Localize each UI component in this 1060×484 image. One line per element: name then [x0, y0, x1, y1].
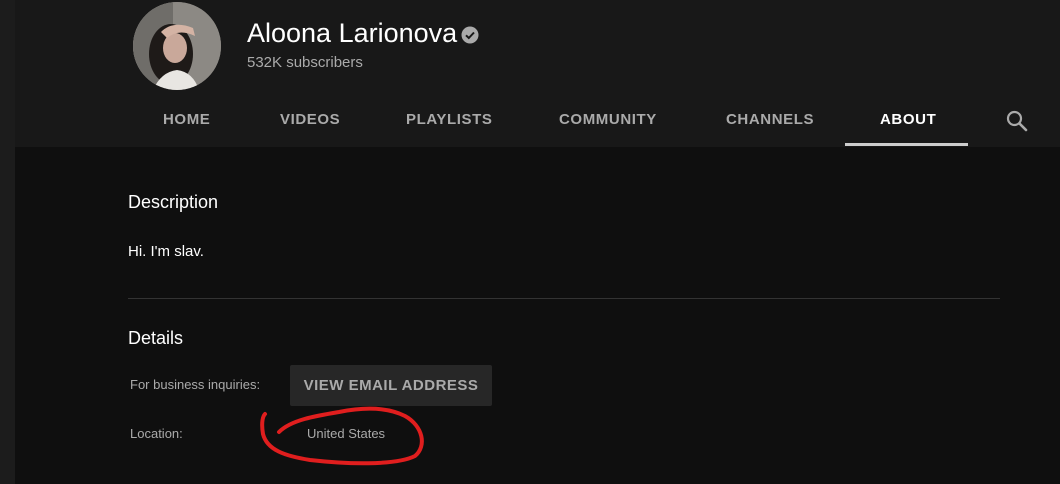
channel-name: Aloona Larionova	[247, 18, 458, 48]
business-inquiries-label: For business inquiries:	[130, 377, 261, 392]
tab-about[interactable]: ABOUT	[880, 111, 936, 128]
tab-channels[interactable]: CHANNELS	[726, 111, 814, 128]
left-edge-strip	[0, 0, 15, 484]
channel-avatar[interactable]	[133, 2, 221, 90]
tab-playlists[interactable]: PLAYLISTS	[406, 111, 493, 128]
red-circle-annotation	[260, 406, 424, 466]
search-icon[interactable]	[1004, 108, 1030, 134]
subscriber-count: 532K subscribers	[247, 54, 363, 71]
active-tab-indicator	[845, 143, 968, 146]
description-heading: Description	[128, 192, 219, 212]
details-heading: Details	[128, 328, 184, 348]
location-label: Location:	[130, 426, 183, 441]
tab-videos[interactable]: VIDEOS	[280, 111, 340, 128]
verified-check-icon	[461, 26, 479, 44]
section-divider	[128, 298, 1000, 299]
description-text: Hi. I'm slav.	[128, 243, 204, 260]
tab-home[interactable]: HOME	[163, 111, 210, 128]
tab-community[interactable]: COMMUNITY	[559, 111, 657, 128]
avatar-photo	[133, 2, 221, 90]
